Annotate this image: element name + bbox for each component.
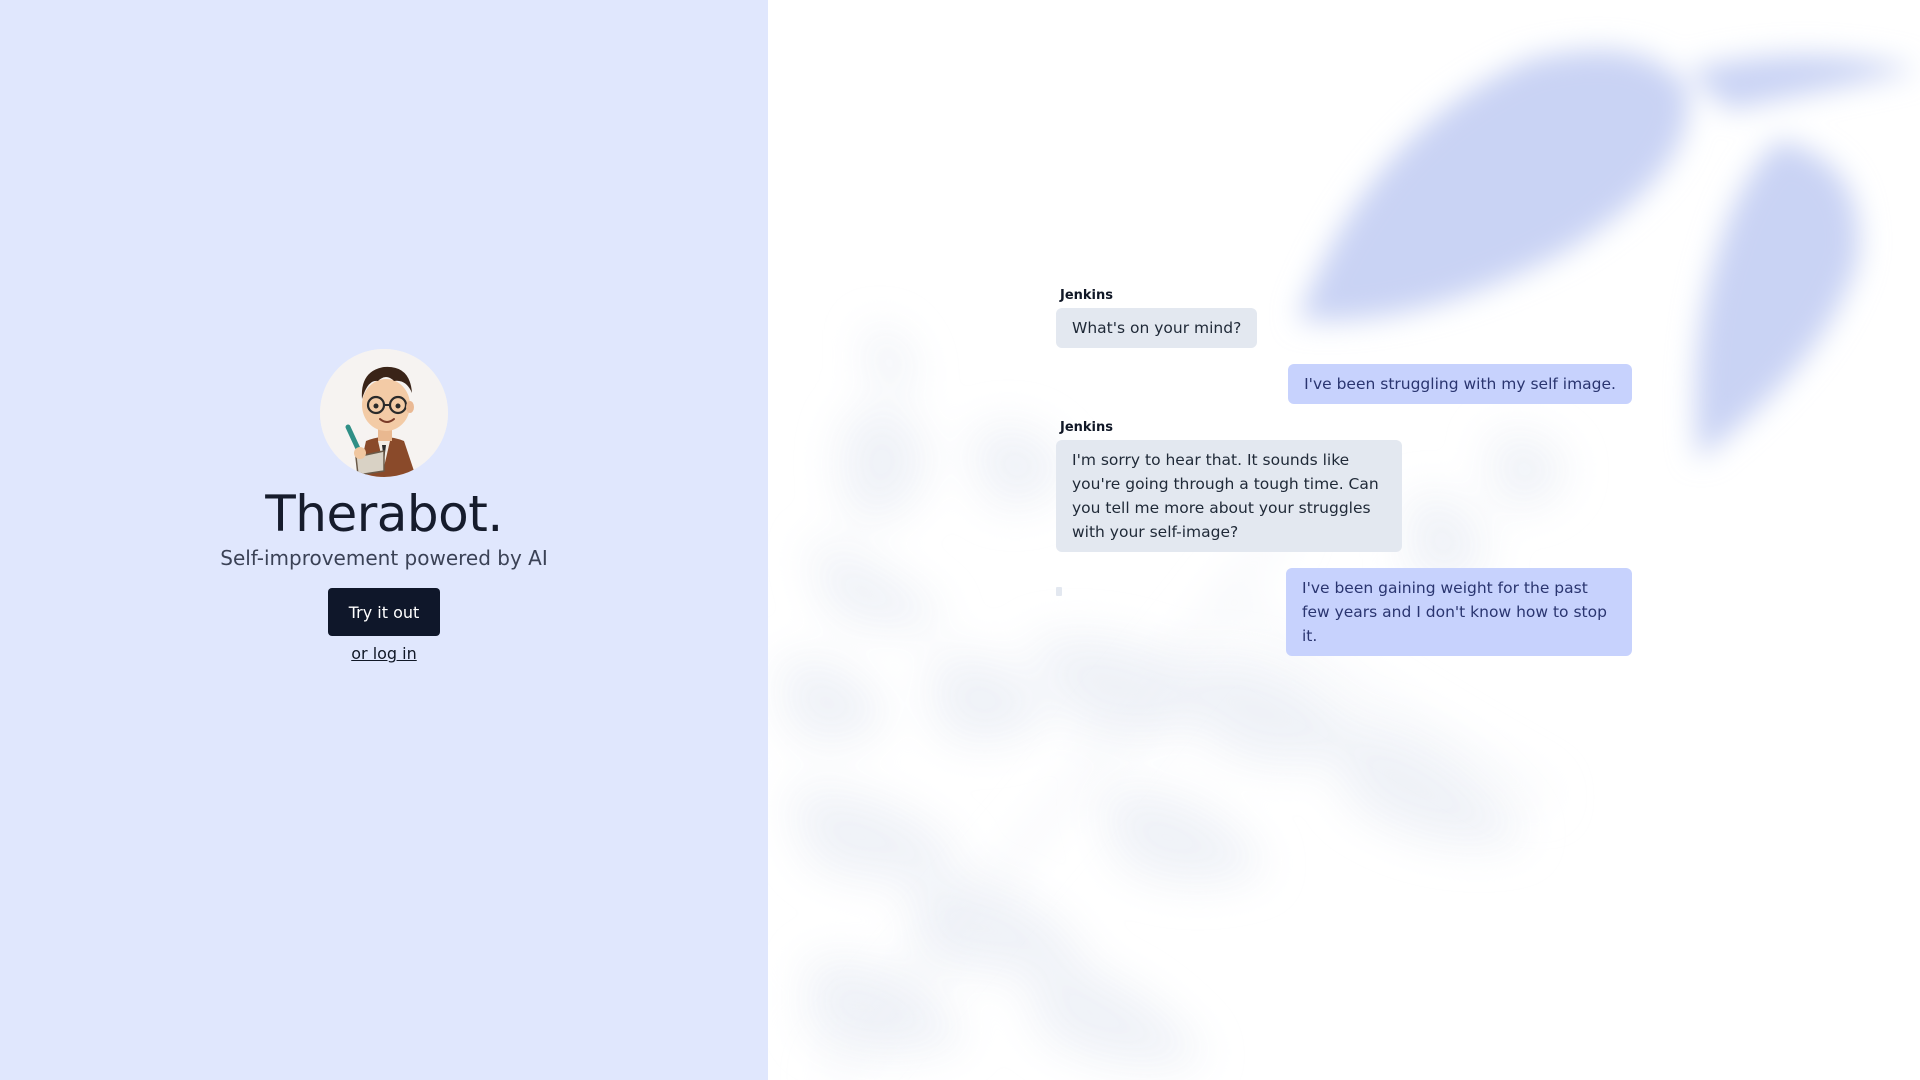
login-link[interactable]: or log in [351,644,417,663]
app-title: Therabot. [265,485,503,543]
bot-bubble: What's on your mind? [1056,308,1258,348]
chat-thread: Jenkins What's on your mind? I've been s… [1056,288,1632,656]
landing-page: Therabot. Self-improvement powered by AI… [0,0,1920,1080]
sender-name: Jenkins [1060,420,1114,435]
user-message: I've been struggling with my self image. [1056,364,1632,404]
bot-message: Jenkins I'm sorry to hear that. It sound… [1056,420,1632,552]
bot-message: Jenkins What's on your mind? [1056,288,1632,348]
hero-panel: Therabot. Self-improvement powered by AI… [0,0,768,1080]
typing-indicator-icon [1056,587,1062,596]
sender-name: Jenkins [1060,288,1114,303]
user-bubble: I've been struggling with my self image. [1288,364,1632,404]
bot-bubble: I'm sorry to hear that. It sounds like y… [1056,440,1402,552]
mascot-avatar-icon [320,349,448,477]
app-subtitle: Self-improvement powered by AI [220,546,548,570]
try-it-out-button[interactable]: Try it out [328,588,440,636]
user-message: I've been gaining weight for the past fe… [1056,568,1632,656]
user-bubble: I've been gaining weight for the past fe… [1286,568,1632,656]
chat-preview-panel: Jenkins What's on your mind? I've been s… [768,0,1920,1080]
